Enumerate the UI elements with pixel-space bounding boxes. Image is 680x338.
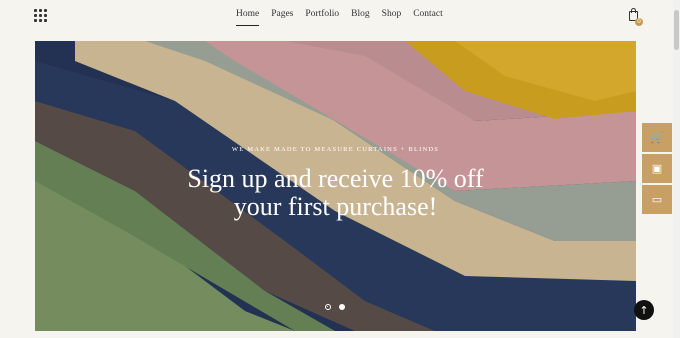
hero-slider: WE MAKE MADE TO MEASURE CURTAINS + BLIND… bbox=[35, 41, 636, 331]
nav-shop[interactable]: Shop bbox=[376, 7, 408, 21]
side-action-panel: 🛒 ▣ ▭ bbox=[642, 123, 672, 216]
headline-line-2: your first purchase! bbox=[233, 192, 438, 221]
gift-card-icon[interactable]: ▣ bbox=[642, 154, 672, 183]
nav-home[interactable]: Home bbox=[230, 7, 265, 26]
scrollbar[interactable] bbox=[673, 0, 680, 338]
scrollbar-thumb[interactable] bbox=[674, 10, 679, 50]
window-icon[interactable]: ▭ bbox=[642, 185, 672, 214]
grid-menu-icon[interactable] bbox=[34, 9, 47, 22]
nav-blog[interactable]: Blog bbox=[345, 7, 375, 21]
nav-portfolio[interactable]: Portfolio bbox=[299, 7, 345, 21]
hero-eyebrow: WE MAKE MADE TO MEASURE CURTAINS + BLIND… bbox=[231, 146, 440, 153]
main-nav: Home Pages Portfolio Blog Shop Contact bbox=[230, 7, 449, 26]
cart-count-badge: 0 bbox=[635, 18, 643, 26]
nav-contact[interactable]: Contact bbox=[407, 7, 449, 21]
cart-icon[interactable]: 🛒 bbox=[642, 123, 672, 152]
nav-pages[interactable]: Pages bbox=[265, 7, 299, 21]
slider-dots bbox=[325, 304, 345, 310]
hero-headline: Sign up and receive 10% off your first p… bbox=[35, 165, 636, 221]
shopping-bag-icon[interactable]: 0 bbox=[628, 7, 643, 26]
site-header: Home Pages Portfolio Blog Shop Contact 0 bbox=[0, 0, 680, 40]
headline-line-1: Sign up and receive 10% off bbox=[187, 164, 484, 193]
slider-dot-2[interactable] bbox=[339, 304, 345, 310]
arrow-up-icon[interactable]: ↑ bbox=[634, 300, 654, 320]
slider-dot-1[interactable] bbox=[325, 304, 331, 310]
